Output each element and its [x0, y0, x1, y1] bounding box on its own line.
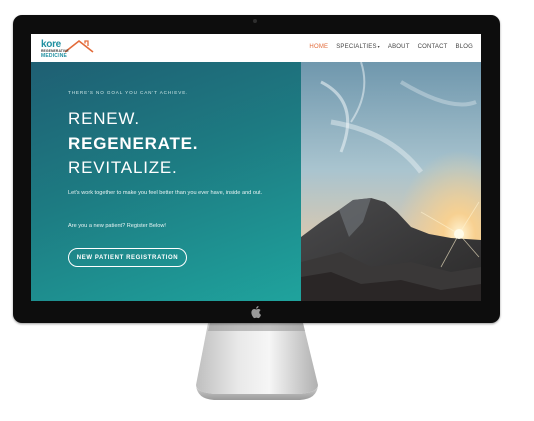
- main-nav: HOME SPECIALTIES▾ ABOUT CONTACT BLOG: [309, 44, 473, 50]
- mountain-photo: [301, 62, 481, 301]
- hero-panel: THERE'S NO GOAL YOU CAN'T ACHIEVE. RENEW…: [31, 62, 301, 301]
- hero-register-prompt: Are you a new patient? Register Below!: [68, 223, 166, 229]
- chevron-down-icon: ▾: [377, 44, 380, 49]
- brand-logo[interactable]: kore REGENERATIVE MEDICINE: [37, 37, 97, 60]
- nav-about[interactable]: ABOUT: [388, 44, 410, 50]
- monitor-mockup: kore REGENERATIVE MEDICINE HOME SPECIALT…: [0, 0, 534, 421]
- monitor-frame: kore REGENERATIVE MEDICINE HOME SPECIALT…: [13, 15, 500, 323]
- new-patient-registration-button[interactable]: NEW PATIENT REGISTRATION: [68, 248, 187, 267]
- hero-heading-revitalize: REVITALIZE.: [68, 158, 178, 177]
- camera-icon: [253, 19, 257, 23]
- site-header: kore REGENERATIVE MEDICINE HOME SPECIALT…: [31, 34, 481, 62]
- website-screen: kore REGENERATIVE MEDICINE HOME SPECIALT…: [31, 34, 481, 301]
- nav-specialties-label: SPECIALTIES: [336, 44, 377, 50]
- logo-medicine-text: MEDICINE: [41, 53, 68, 59]
- nav-contact[interactable]: CONTACT: [418, 44, 448, 50]
- nav-specialties[interactable]: SPECIALTIES▾: [336, 44, 380, 50]
- nav-blog[interactable]: BLOG: [456, 44, 473, 50]
- mountain-photo-illustration: [301, 62, 481, 301]
- apple-logo-icon: [251, 306, 261, 319]
- hero-heading-regenerate: REGENERATE.: [68, 134, 199, 153]
- hero-body-text: Let's work together to make you feel bet…: [68, 190, 263, 196]
- nav-home[interactable]: HOME: [309, 44, 328, 50]
- hero-heading-renew: RENEW.: [68, 109, 140, 128]
- hero-tagline: THERE'S NO GOAL YOU CAN'T ACHIEVE.: [68, 90, 189, 95]
